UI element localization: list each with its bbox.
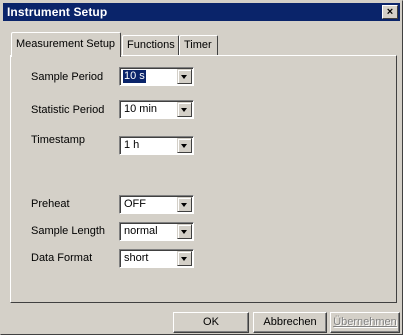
tab-functions[interactable]: Functions <box>122 35 179 55</box>
measurement-setup-panel: Sample Period 10 s Statistic Period 10 m… <box>10 55 397 303</box>
timestamp-value: 1 h <box>124 139 140 151</box>
window-title: Instrument Setup <box>7 5 108 19</box>
chevron-down-icon[interactable] <box>177 251 192 266</box>
timestamp-label: Timestamp <box>31 134 85 146</box>
chevron-down-icon[interactable] <box>177 224 192 239</box>
sample-length-label: Sample Length <box>31 225 105 237</box>
instrument-setup-window: Instrument Setup × Measurement Setup Fun… <box>0 0 403 335</box>
timestamp-select[interactable]: 1 h <box>119 136 194 155</box>
close-icon: × <box>386 6 394 18</box>
chevron-down-icon[interactable] <box>177 197 192 212</box>
ok-button[interactable]: OK <box>173 312 249 333</box>
tab-label: Measurement Setup <box>16 38 116 50</box>
tab-label: Functions <box>127 39 175 51</box>
statistic-period-label: Statistic Period <box>31 104 105 116</box>
apply-button-label: Übernehmen <box>333 316 397 328</box>
cancel-button[interactable]: Abbrechen <box>253 312 327 333</box>
sample-length-value: normal <box>124 225 158 237</box>
preheat-label: Preheat <box>31 198 70 210</box>
chevron-down-icon[interactable] <box>177 102 192 117</box>
ok-button-label: OK <box>203 316 219 328</box>
sample-period-label: Sample Period <box>31 71 104 83</box>
tab-measurement-setup[interactable]: Measurement Setup <box>11 32 121 57</box>
chevron-down-icon[interactable] <box>177 69 192 84</box>
preheat-value: OFF <box>124 198 146 210</box>
chevron-down-icon[interactable] <box>177 138 192 153</box>
close-button[interactable]: × <box>382 5 398 19</box>
tab-timer[interactable]: Timer <box>179 35 218 55</box>
data-format-label: Data Format <box>31 252 93 264</box>
tab-label: Timer <box>184 39 212 51</box>
sample-period-value: 10 s <box>123 70 146 83</box>
data-format-value: short <box>124 252 149 264</box>
data-format-select[interactable]: short <box>119 249 194 268</box>
sample-period-select[interactable]: 10 s <box>119 67 194 86</box>
apply-button: Übernehmen <box>330 312 400 333</box>
preheat-select[interactable]: OFF <box>119 195 194 214</box>
statistic-period-value: 10 min <box>124 103 158 115</box>
statistic-period-select[interactable]: 10 min <box>119 100 194 119</box>
title-bar[interactable]: Instrument Setup × <box>3 3 400 21</box>
sample-length-select[interactable]: normal <box>119 222 194 241</box>
cancel-button-label: Abbrechen <box>263 316 317 328</box>
